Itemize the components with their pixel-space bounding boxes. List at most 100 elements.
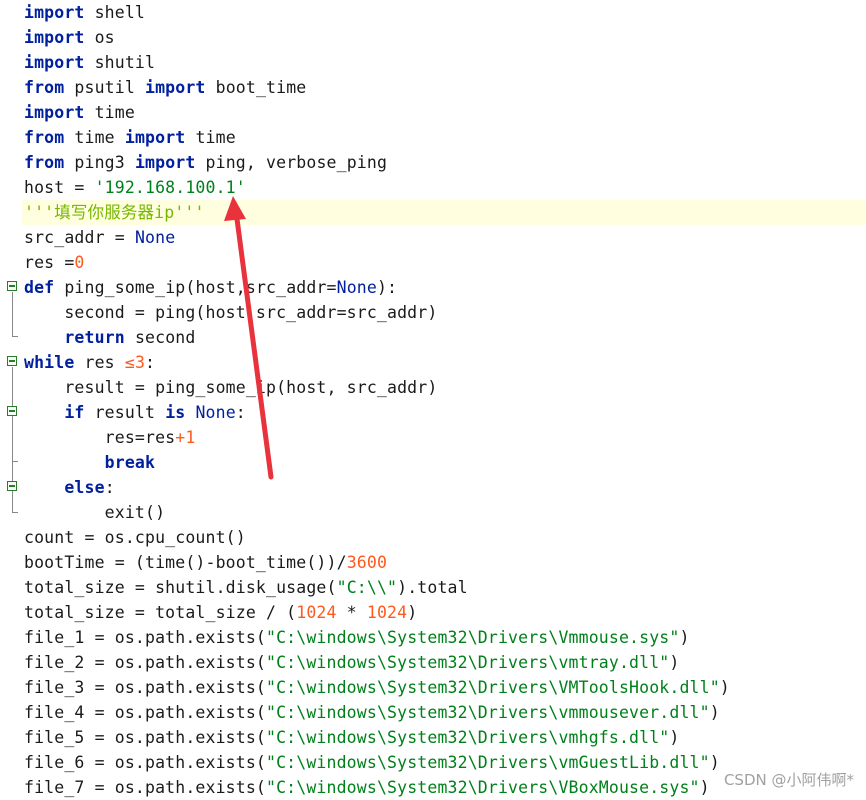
code-token: file_5 = os.path.exists( [24, 728, 267, 747]
code-token: time [84, 103, 135, 122]
code-line[interactable]: import time [24, 100, 866, 125]
fold-toggle-while-icon[interactable] [7, 356, 17, 366]
code-line[interactable]: import os [24, 25, 866, 50]
code-editor[interactable]: import shell import os import shutil from p… [0, 0, 866, 798]
code-token: "C:\windows\System32\Drivers\vmGuestLib.… [266, 753, 710, 772]
code-line[interactable]: count = os.cpu_count() [24, 525, 866, 550]
code-line[interactable]: bootTime = (time()-boot_time())/3600 [24, 550, 866, 575]
code-token: break [104, 453, 156, 472]
code-token: return [64, 328, 125, 347]
code-token: host = [24, 178, 95, 197]
code-line[interactable]: '''填写你服务器ip''' [22, 200, 866, 225]
code-token: count = os.cpu_count() [24, 528, 246, 547]
code-line[interactable]: from time import time [24, 125, 866, 150]
code-token: src_addr = [24, 228, 135, 247]
code-token: "C:\windows\System32\Drivers\VMToolsHook… [266, 678, 720, 697]
code-line[interactable]: file_2 = os.path.exists("C:\windows\Syst… [24, 650, 866, 675]
code-token: : [145, 353, 156, 372]
code-token: ): [376, 278, 398, 297]
fold-toggle-if-icon[interactable] [7, 406, 17, 416]
fold-guide [12, 292, 13, 336]
code-token: "C:\windows\System32\Drivers\vmhgfs.dll" [266, 728, 670, 747]
code-token: +1 [175, 428, 196, 447]
code-line[interactable]: from ping3 import ping, verbose_ping [24, 150, 866, 175]
code-token: import [24, 53, 85, 72]
code-lines[interactable]: import shell import os import shutil from p… [22, 0, 866, 800]
code-token: "C:\windows\System32\Drivers\VBoxMouse.s… [266, 778, 700, 797]
code-token: from [24, 128, 65, 147]
code-token: import [24, 103, 85, 122]
code-line[interactable]: result = ping_some_ip(host, src_addr) [24, 375, 866, 400]
code-line[interactable]: if result is None: [24, 400, 866, 425]
code-line[interactable]: while res ≤3: [24, 350, 866, 375]
code-line[interactable]: file_5 = os.path.exists("C:\windows\Syst… [24, 725, 866, 750]
code-line[interactable]: file_1 = os.path.exists("C:\windows\Syst… [24, 625, 866, 650]
watermark: CSDN @小阿伟啊* [723, 771, 854, 789]
code-line[interactable]: break [24, 450, 866, 475]
code-line[interactable]: def ping_some_ip(host,src_addr=None): [24, 275, 866, 300]
code-token: total_size = total_size / ( [24, 603, 297, 622]
code-token: '192.168.100.1' [94, 178, 246, 197]
code-token: import [24, 3, 85, 22]
code-token: None [195, 403, 236, 422]
code-token: ) [699, 778, 710, 797]
code-token: bootTime = (time()-boot_time())/ [24, 553, 347, 572]
code-token: time [185, 128, 236, 147]
code-line[interactable]: total_size = total_size / (1024 * 1024) [24, 600, 866, 625]
code-token: res = [24, 253, 75, 272]
code-line[interactable]: exit() [24, 500, 866, 525]
code-token: is [165, 403, 186, 422]
code-token: 3600 [346, 553, 388, 572]
code-token: file_1 = os.path.exists( [24, 628, 267, 647]
code-line[interactable]: host = '192.168.100.1' [24, 175, 866, 200]
code-line[interactable]: file_4 = os.path.exists("C:\windows\Syst… [24, 700, 866, 725]
code-line[interactable]: res =0 [24, 250, 866, 275]
code-token: ) [669, 653, 680, 672]
code-token: result [84, 403, 166, 422]
code-token: ) [709, 703, 720, 722]
code-token: exit() [24, 503, 166, 522]
code-token: ) [709, 753, 720, 772]
code-token: ) [719, 678, 730, 697]
code-token: import [134, 153, 196, 172]
code-token: def [24, 278, 55, 297]
fold-end [12, 461, 18, 462]
fold-gutter [0, 0, 20, 798]
code-token: file_7 = os.path.exists( [24, 778, 267, 797]
code-token: while [24, 353, 75, 372]
code-token: "C:\windows\System32\Drivers\Vmmouse.sys… [266, 628, 680, 647]
fold-end [12, 336, 18, 337]
code-token: None [134, 228, 176, 247]
code-token: psutil [64, 78, 146, 97]
code-line[interactable]: else: [24, 475, 866, 500]
code-token: ≤ [124, 353, 135, 372]
code-token: time [64, 128, 125, 147]
code-token: shell [84, 3, 146, 22]
code-line[interactable]: res=res+1 [24, 425, 866, 450]
fold-toggle-else-icon[interactable] [7, 481, 17, 491]
code-token: file_6 = os.path.exists( [24, 753, 267, 772]
code-line[interactable]: second = ping(host,src_addr=src_addr) [24, 300, 866, 325]
code-line[interactable]: file_3 = os.path.exists("C:\windows\Syst… [24, 675, 866, 700]
code-token: 0 [74, 253, 85, 272]
code-token: "C:\windows\System32\Drivers\vmtray.dll" [266, 653, 670, 672]
code-line[interactable]: src_addr = None [24, 225, 866, 250]
code-line[interactable]: return second [24, 325, 866, 350]
code-token: ).total [397, 578, 468, 597]
code-line[interactable]: import shutil [24, 50, 866, 75]
code-token: ) [669, 728, 680, 747]
code-token: ) [407, 603, 418, 622]
code-token: shutil [84, 53, 156, 72]
code-line[interactable]: total_size = shutil.disk_usage("C:\\").t… [24, 575, 866, 600]
code-line[interactable]: from psutil import boot_time [24, 75, 866, 100]
code-line[interactable]: import shell [24, 0, 866, 25]
code-token: 1024 [296, 603, 337, 622]
code-token: 1024 [366, 603, 408, 622]
code-token: else [64, 478, 105, 497]
fold-toggle-def-icon[interactable] [7, 281, 17, 291]
code-token: import [124, 128, 186, 147]
code-token: second [124, 328, 196, 347]
code-token: : [104, 478, 115, 497]
